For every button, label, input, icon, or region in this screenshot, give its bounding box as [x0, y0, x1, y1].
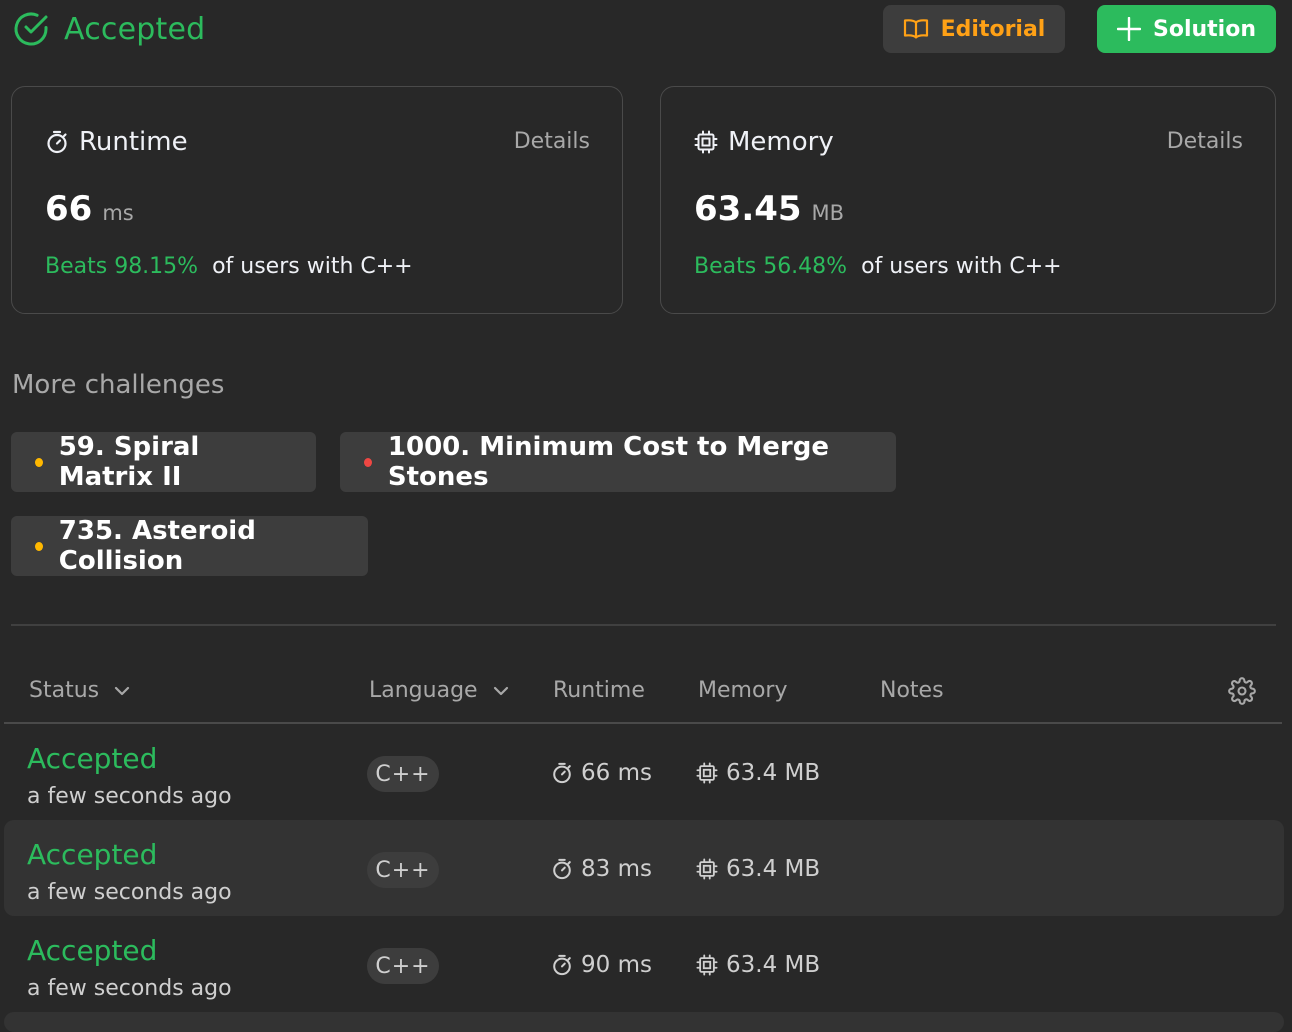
language-filter[interactable]: Language: [369, 678, 510, 703]
challenge-chip-spiral-matrix-ii[interactable]: 59. Spiral Matrix II: [11, 432, 316, 492]
book-icon: [903, 18, 929, 40]
table-row[interactable]: Accepted a few seconds ago C++ 83 ms 63.…: [4, 820, 1284, 916]
runtime-card-header: Runtime: [45, 127, 188, 157]
row-status[interactable]: Accepted: [27, 934, 157, 967]
memory-beats: Beats 56.48% of users with C++: [694, 254, 1062, 279]
chip-icon: [696, 762, 718, 784]
challenge-chip-minimum-cost-to-merge-stones[interactable]: 1000. Minimum Cost to Merge Stones: [340, 432, 896, 492]
row-runtime: 83 ms: [551, 856, 652, 882]
editorial-button[interactable]: Editorial: [883, 5, 1065, 53]
row-time: a few seconds ago: [27, 976, 232, 1001]
section-divider: [11, 624, 1276, 626]
memory-details-link[interactable]: Details: [1167, 129, 1243, 154]
stopwatch-icon: [45, 130, 69, 154]
row-memory: 63.4 MB: [696, 856, 820, 882]
table-row-partial[interactable]: [4, 1012, 1284, 1032]
challenge-label: 1000. Minimum Cost to Merge Stones: [387, 432, 829, 492]
row-time: a few seconds ago: [27, 880, 232, 905]
row-runtime-value: 90 ms: [581, 952, 652, 978]
more-challenges-title: More challenges: [12, 370, 225, 400]
language-header-label: Language: [369, 678, 478, 703]
status-title: Accepted: [64, 11, 206, 47]
submission-status-header: Accepted: [12, 10, 205, 48]
gear-icon[interactable]: [1228, 677, 1256, 705]
solution-label: Solution: [1153, 16, 1256, 42]
challenge-chip-asteroid-collision[interactable]: 735. Asteroid Collision: [11, 516, 368, 576]
runtime-title: Runtime: [79, 127, 188, 157]
stopwatch-icon: [551, 954, 573, 976]
chevron-down-icon: [492, 685, 510, 697]
row-memory-value: 63.4 MB: [726, 856, 821, 882]
row-time: a few seconds ago: [27, 784, 232, 809]
chip-icon: [696, 954, 718, 976]
table-row[interactable]: Accepted a few seconds ago C++ 90 ms 63.…: [4, 916, 1284, 1012]
memory-beats-percent: Beats 56.48%: [694, 254, 848, 279]
challenge-label: 735. Asteroid Collision: [58, 516, 256, 576]
row-status[interactable]: Accepted: [27, 838, 157, 871]
difficulty-dot: [364, 457, 372, 467]
stopwatch-icon: [551, 762, 573, 784]
row-memory: 63.4 MB: [696, 952, 820, 978]
editorial-label: Editorial: [940, 16, 1046, 42]
runtime-details-link[interactable]: Details: [514, 129, 590, 154]
status-header-label: Status: [29, 678, 100, 703]
row-memory-value: 63.4 MB: [726, 760, 821, 786]
plus-icon: [1117, 17, 1141, 41]
add-solution-button[interactable]: Solution: [1097, 5, 1276, 53]
table-row[interactable]: Accepted a few seconds ago C++ 66 ms 63.…: [4, 724, 1284, 820]
memory-card-header: Memory: [694, 127, 834, 157]
memory-number: 63.45: [694, 189, 802, 229]
chip-icon: [696, 858, 718, 880]
runtime-beats: Beats 98.15% of users with C++: [45, 254, 413, 279]
row-status[interactable]: Accepted: [27, 742, 157, 775]
row-runtime-value: 83 ms: [581, 856, 652, 882]
runtime-card[interactable]: Runtime Details 66 ms Beats 98.15% of us…: [11, 86, 623, 314]
runtime-unit: ms: [102, 201, 134, 225]
runtime-column-header: Runtime: [553, 678, 645, 703]
language-badge: C++: [367, 852, 439, 888]
difficulty-dot: [35, 457, 43, 467]
row-runtime-value: 66 ms: [581, 760, 652, 786]
memory-beats-suffix: of users with C++: [861, 254, 1062, 279]
chevron-down-icon: [113, 685, 131, 697]
memory-card[interactable]: Memory Details 63.45 MB Beats 56.48% of …: [660, 86, 1276, 314]
memory-unit: MB: [811, 201, 845, 225]
language-badge: C++: [367, 948, 439, 984]
status-filter[interactable]: Status: [29, 678, 131, 703]
memory-column-header: Memory: [698, 678, 788, 703]
runtime-beats-suffix: of users with C++: [212, 254, 413, 279]
notes-column-header: Notes: [880, 678, 944, 703]
memory-value: 63.45 MB: [694, 189, 844, 229]
row-runtime: 90 ms: [551, 952, 652, 978]
stopwatch-icon: [551, 858, 573, 880]
language-badge: C++: [367, 756, 439, 792]
row-memory: 63.4 MB: [696, 760, 820, 786]
check-circle-icon: [12, 10, 50, 48]
runtime-number: 66: [45, 189, 93, 229]
runtime-value: 66 ms: [45, 189, 134, 229]
row-runtime: 66 ms: [551, 760, 652, 786]
challenge-label: 59. Spiral Matrix II: [58, 432, 200, 492]
runtime-beats-percent: Beats 98.15%: [45, 254, 199, 279]
row-memory-value: 63.4 MB: [726, 952, 821, 978]
chip-icon: [694, 130, 718, 154]
memory-title: Memory: [728, 127, 834, 157]
difficulty-dot: [35, 541, 43, 551]
